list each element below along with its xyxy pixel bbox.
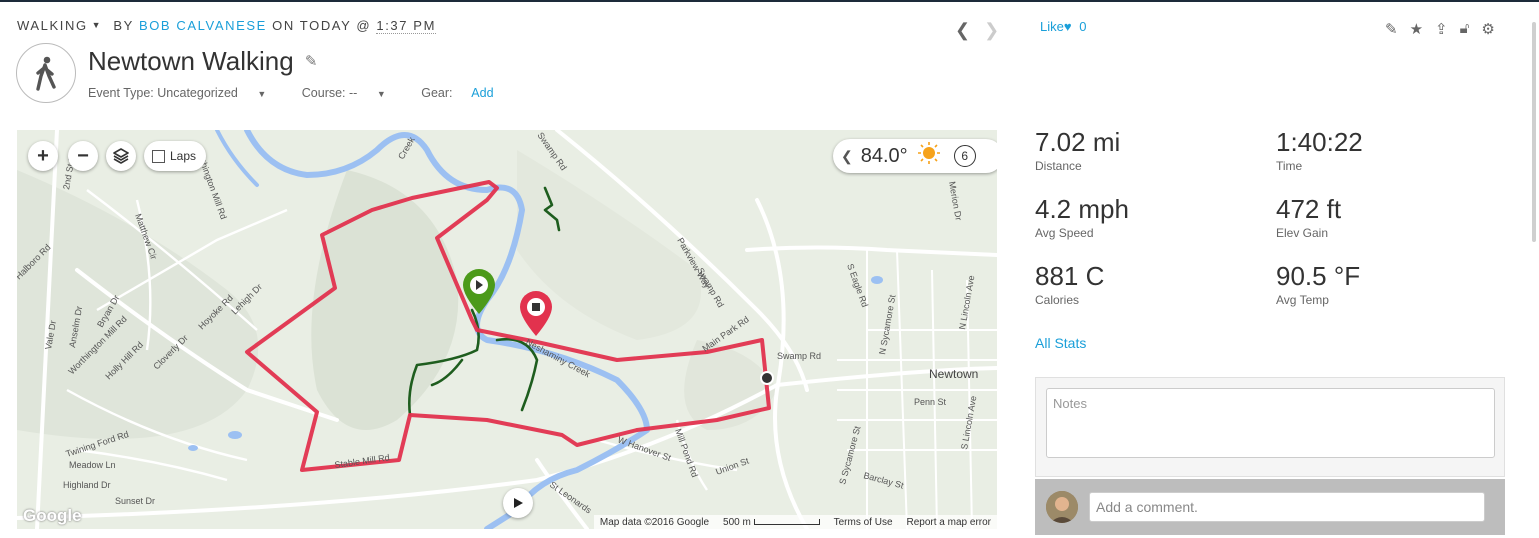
laps-toggle[interactable]: Laps — [144, 141, 207, 171]
comment-panel: Add a comment. — [1035, 479, 1505, 535]
chevron-down-icon[interactable]: ▼ — [92, 20, 103, 30]
stat-label: Distance — [1035, 159, 1082, 173]
layers-icon — [113, 148, 129, 164]
stat-label: Time — [1276, 159, 1303, 173]
layers-button[interactable] — [106, 141, 136, 171]
previous-arrow-icon[interactable]: ❮ — [955, 20, 970, 40]
all-stats-link[interactable]: All Stats — [1035, 335, 1086, 351]
map-canvas: Newtown Swamp Rd Neshaminy Creek Creek M… — [17, 130, 997, 529]
stat-value: 7.02 mi — [1035, 127, 1121, 157]
map-label-barclay-st: Barclay St — [862, 470, 905, 490]
walking-activity-icon — [16, 43, 76, 103]
weather-widget: ❮ 84.0° 6 — [833, 139, 997, 173]
activity-navigation: ❮ ❯ — [955, 20, 999, 41]
next-arrow-icon[interactable]: ❯ — [984, 20, 999, 40]
activity-byline: WALKING ▼ BY BOB CALVANESE ON TODAY @ 1:3… — [17, 18, 437, 34]
gear-icon[interactable]: ⚙ — [1481, 20, 1494, 38]
stat-elev-gain: 472 ft Elev Gain — [1276, 194, 1496, 240]
sun-icon — [917, 142, 940, 170]
activity-meta: Event Type: Uncategorized ▼ Course: -- ▼… — [88, 86, 526, 100]
stat-distance: 7.02 mi Distance — [1035, 127, 1255, 173]
caret-down-icon: ▼ — [376, 89, 386, 99]
map-scale: 500 m — [723, 517, 820, 528]
share-icon[interactable]: ⇪ — [1435, 20, 1448, 38]
map-label-s-sycamore-st: S Sycamore St — [837, 424, 862, 485]
heart-icon: ♥ — [1063, 19, 1072, 34]
weather-badge[interactable]: 6 — [953, 145, 976, 167]
laps-checkbox[interactable] — [152, 149, 165, 163]
map-label-union-st: Union St — [714, 456, 750, 477]
map-label-sunset-dr: Sunset Dr — [115, 496, 155, 506]
zoom-out-button[interactable]: − — [68, 141, 98, 171]
by-label: BY — [113, 18, 134, 33]
notes-panel: Notes — [1035, 377, 1505, 477]
map-label-mill-pond-rd: Mill Pond Rd — [673, 427, 700, 478]
comment-input[interactable]: Add a comment. — [1089, 492, 1485, 522]
zoom-in-button[interactable]: + — [28, 141, 58, 171]
event-type-dropdown[interactable]: Event Type: Uncategorized ▼ — [88, 86, 282, 100]
pencil-icon[interactable]: ✎ — [305, 53, 318, 70]
activity-toolbar: ✎ ★ ⇪ 🔓︎ ⚙ — [1385, 20, 1495, 38]
author-link[interactable]: BOB CALVANESE — [139, 18, 267, 33]
stat-value: 472 ft — [1276, 194, 1342, 224]
on-label: ON TODAY @ — [272, 18, 372, 33]
stat-calories: 881 C Calories — [1035, 261, 1255, 307]
google-logo: Google — [23, 506, 82, 525]
map-attribution: Map data ©2016 Google 500 m Terms of Use… — [593, 515, 997, 529]
play-route-button[interactable] — [503, 488, 533, 518]
like-label: Like — [1040, 19, 1064, 34]
stat-label: Calories — [1035, 293, 1080, 307]
stat-time: 1:40:22 Time — [1276, 127, 1496, 173]
notes-textarea[interactable]: Notes — [1046, 388, 1495, 458]
map-label-stable-mill-rd: Stable Mill Rd — [334, 452, 390, 470]
like-count: 0 — [1079, 19, 1087, 34]
activity-title-text: Newtown Walking — [88, 46, 294, 76]
report-map-error-link[interactable]: Report a map error — [907, 517, 991, 528]
stat-value: 90.5 °F — [1276, 261, 1361, 291]
star-icon[interactable]: ★ — [1410, 20, 1423, 38]
stat-value: 881 C — [1035, 261, 1105, 291]
laps-label: Laps — [170, 149, 197, 163]
chevron-left-icon[interactable]: ❮ — [841, 148, 853, 165]
stat-avg-speed: 4.2 mph Avg Speed — [1035, 194, 1255, 240]
route-map[interactable]: Newtown Swamp Rd Neshaminy Creek Creek M… — [17, 130, 997, 529]
play-icon — [514, 498, 523, 508]
stat-label: Avg Temp — [1276, 293, 1329, 307]
edit-pencil-icon[interactable]: ✎ — [1385, 20, 1398, 38]
gear-field: Gear: Add — [421, 86, 494, 100]
activity-type-label[interactable]: WALKING — [17, 18, 88, 33]
map-label-newtown: Newtown — [929, 367, 978, 381]
map-label-meadow-ln: Meadow Ln — [69, 460, 116, 470]
avatar — [1046, 491, 1078, 523]
map-label-n-lincoln-ave: N Lincoln Ave — [957, 275, 976, 331]
map-label-n-sycamore-st: N Sycamore St — [877, 294, 897, 356]
terms-of-use-link[interactable]: Terms of Use — [834, 517, 893, 528]
stat-value: 4.2 mph — [1035, 194, 1129, 224]
weather-count: 6 — [961, 149, 969, 163]
stat-avg-temp: 90.5 °F Avg Temp — [1276, 261, 1496, 307]
map-data-text: Map data ©2016 Google — [599, 516, 710, 528]
stat-label: Avg Speed — [1035, 226, 1094, 240]
stat-label: Elev Gain — [1276, 226, 1329, 240]
caret-down-icon: ▼ — [257, 89, 267, 99]
page-scrollbar[interactable] — [1532, 22, 1536, 242]
weather-temperature: 84.0° — [860, 144, 908, 167]
map-label-merion-dr: Merion Dr — [947, 181, 964, 222]
activity-time[interactable]: 1:37 PM — [376, 18, 437, 34]
map-label-penn-st: Penn St — [914, 397, 947, 407]
map-label-highland-dr: Highland Dr — [63, 480, 111, 490]
map-label-swamp-rd: Swamp Rd — [777, 351, 821, 361]
map-label-s-lincoln-ave: S Lincoln Ave — [959, 395, 978, 450]
stat-value: 1:40:22 — [1276, 127, 1363, 157]
course-dropdown[interactable]: Course: -- ▼ — [302, 86, 402, 100]
like-button[interactable]: Like♥ 0 — [1040, 19, 1086, 34]
gear-add-link[interactable]: Add — [471, 86, 493, 100]
unlock-icon[interactable]: 🔓︎ — [1460, 20, 1470, 38]
page-title: Newtown Walking ✎ — [88, 46, 317, 77]
